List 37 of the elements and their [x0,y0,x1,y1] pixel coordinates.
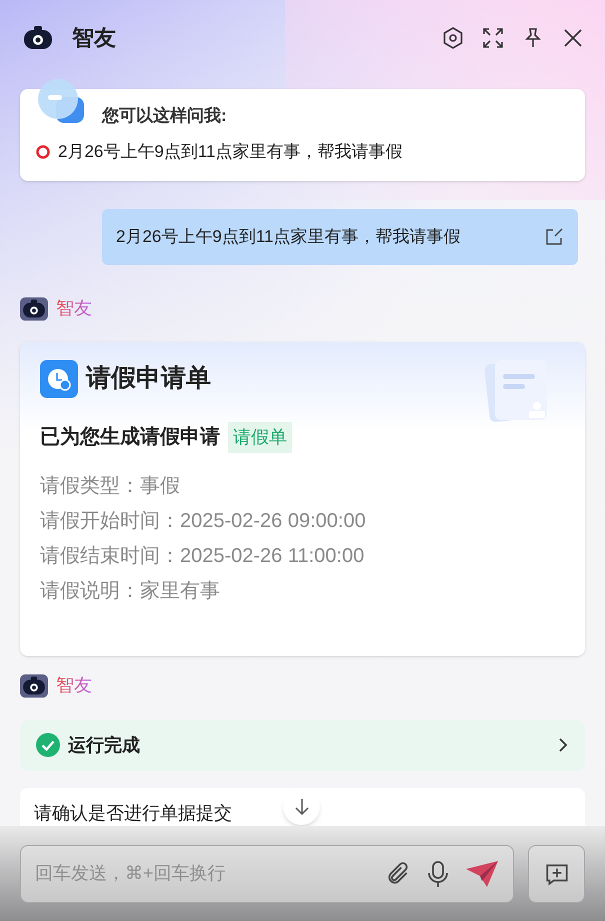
field-value: 2025-02-26 11:00:00 [180,544,364,569]
user-message: 2月26号上午9点到11点家里有事，帮我请事假 [116,226,460,248]
clock-app-icon [40,360,78,398]
arrow-down-icon [294,798,310,816]
input-field[interactable]: 回车发送，⌘+回车换行 [35,860,369,887]
suggestion-title: 您可以这样问我: [102,105,228,128]
new-chat-button[interactable] [528,844,585,902]
field-label: 请假说明： [40,579,140,604]
robot-logo-icon [20,672,48,700]
robot-logo-icon [20,294,48,322]
field-value: 2025-02-26 09:00:00 [180,509,366,534]
card-title: 请假申请单 [86,362,211,394]
fullscreen-button[interactable] [481,26,505,50]
settings-icon [441,26,465,50]
card-summary: 已为您生成请假申请 [40,425,220,450]
paper-plane-icon [465,858,499,888]
settings-button[interactable] [441,26,465,50]
confirm-message: 请确认是否进行单据提交 [34,802,232,822]
app-title: 智友 [72,24,116,52]
status-label: 运行完成 [68,734,140,756]
field-label: 请假开始时间： [40,509,180,534]
field-value: 家里有事 [140,579,220,604]
chevron-right-icon [557,737,569,753]
edit-icon [544,226,564,246]
microphone-icon [427,860,449,888]
expand-icon [481,26,505,50]
run-status-bar[interactable]: 运行完成 [20,720,585,770]
suggestion-item[interactable]: 2月26号上午9点到11点家里有事，帮我请事假 [36,139,569,164]
send-button[interactable] [465,858,499,888]
form-tag: 请假单 [228,422,292,452]
field-value: 事假 [140,474,180,499]
field-label: 请假结束时间： [40,544,180,569]
ring-icon [36,144,50,159]
edit-button[interactable] [544,226,564,246]
message-input[interactable]: 回车发送，⌘+回车换行 [20,844,514,902]
microphone-button[interactable] [427,860,449,888]
field-label: 请假类型： [40,474,140,499]
